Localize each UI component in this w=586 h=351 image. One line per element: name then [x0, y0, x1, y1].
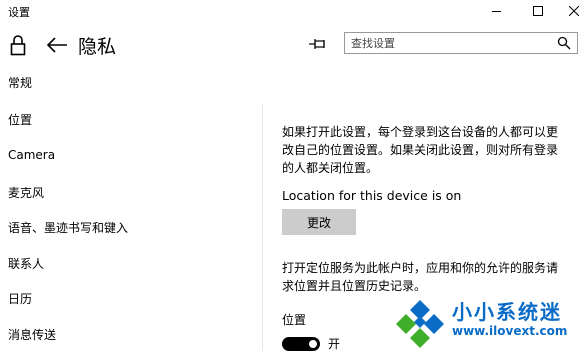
pin-icon[interactable] — [308, 37, 328, 51]
sidebar-item-location[interactable]: 位置 — [8, 111, 32, 128]
intro-text-line-2: 改自己的位置设置。如果关闭此设置，则对所有登录 — [282, 143, 559, 157]
sidebar-item-calendar[interactable]: 日历 — [8, 290, 32, 307]
watermark: 小小系统迷 www.ilovext.com — [392, 296, 586, 348]
location-toggle[interactable] — [282, 337, 320, 351]
sidebar-item-general[interactable]: 常规 — [8, 74, 32, 91]
title-bar: 设置 — [0, 0, 586, 22]
location-setting-label: 位置 — [282, 313, 307, 327]
service-text-line-1: 打开定位服务为此帐户时，应用和你的允许的服务请 — [282, 261, 559, 275]
search-icon[interactable] — [557, 36, 571, 50]
sidebar-item-messaging[interactable]: 消息传送 — [8, 326, 56, 343]
page-title: 隐私 — [78, 36, 117, 58]
maximize-button[interactable] — [520, 0, 556, 22]
pane-divider — [262, 104, 263, 351]
close-button[interactable] — [556, 0, 586, 22]
window-title: 设置 — [8, 6, 30, 19]
sidebar-item-microphone[interactable]: 麦克风 — [8, 184, 44, 201]
page-header: 隐私 — [0, 22, 586, 66]
settings-window: 设置 隐私 查找设置 常规 位置 Camera 麦克风 语音、墨迹书写和键入 联… — [0, 0, 586, 351]
close-icon — [569, 6, 579, 16]
sidebar-item-speech-inking-typing[interactable]: 语音、墨迹书写和键入 — [8, 219, 128, 236]
change-button[interactable]: 更改 — [282, 209, 356, 235]
intro-text-line-3: 的人都关闭位置。 — [282, 161, 379, 175]
minimize-icon — [491, 10, 501, 12]
watermark-name: 小小系统迷 — [452, 300, 562, 324]
sidebar-item-contacts[interactable]: 联系人 — [8, 255, 44, 272]
sidebar-item-camera[interactable]: Camera — [8, 148, 55, 162]
minimize-button[interactable] — [478, 0, 514, 22]
search-box[interactable] — [344, 32, 578, 54]
toggle-state-label: 开 — [328, 337, 341, 351]
watermark-logo-icon — [396, 300, 444, 348]
watermark-url: www.ilovext.com — [452, 324, 568, 338]
maximize-icon — [533, 6, 543, 16]
toggle-knob — [309, 340, 317, 348]
service-text-line-2: 求位置并且位置历史记录。 — [282, 279, 427, 293]
back-arrow-icon[interactable] — [46, 36, 68, 54]
lock-icon — [10, 35, 26, 56]
device-location-status: Location for this device is on — [282, 188, 462, 203]
intro-text-line-1: 如果打开此设置，每个登录到这台设备的人都可以更 — [282, 125, 559, 139]
search-input[interactable] — [351, 35, 541, 51]
